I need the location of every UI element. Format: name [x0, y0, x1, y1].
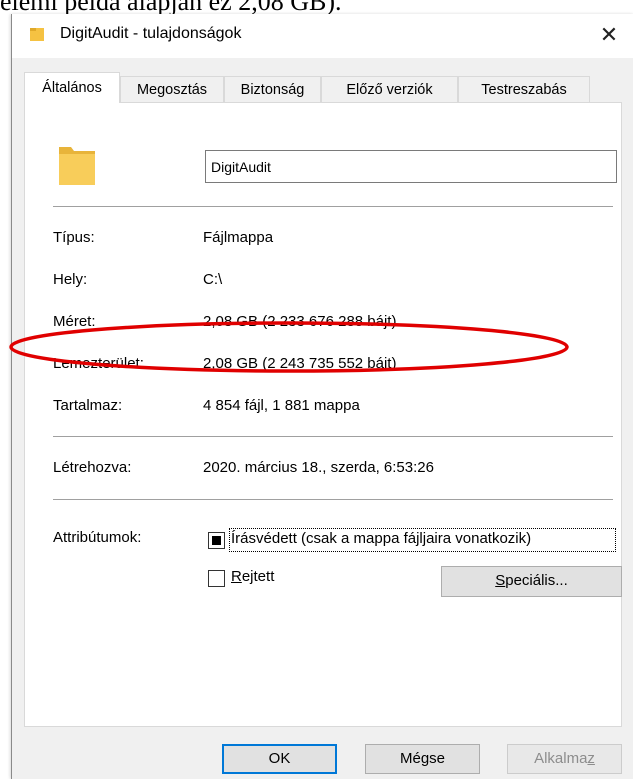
indeterminate-mark [212, 536, 221, 545]
tab-sharing[interactable]: Megosztás [120, 76, 224, 102]
apply-label: Alkalma [534, 750, 588, 767]
advanced-label-rest: peciális... [505, 572, 568, 589]
folder-name-input[interactable] [205, 150, 617, 183]
apply-button[interactable]: Alkalmaz [507, 744, 622, 774]
separator [53, 206, 613, 207]
location-value: C:\ [203, 271, 223, 288]
window-title: DigitAudit - tulajdonságok [60, 25, 242, 42]
location-label: Hely: [53, 271, 88, 288]
readonly-label[interactable]: Írásvédett (csak a mappa fájljaira vonat… [231, 530, 531, 547]
hidden-label-rest: ejtett [241, 568, 275, 585]
size-on-disk-label: Lemezterület: [53, 355, 144, 372]
created-label: Létrehozva: [53, 459, 132, 476]
ok-button[interactable]: OK [222, 744, 337, 774]
cancel-button[interactable]: Mégse [365, 744, 480, 774]
close-icon: ✕ [599, 23, 619, 48]
attributes-label: Attribútumok: [53, 529, 142, 546]
advanced-mnemonic: S [495, 572, 506, 589]
contains-label: Tartalmaz: [53, 397, 123, 414]
tab-general[interactable]: Általános [24, 72, 120, 103]
created-value: 2020. március 18., szerda, 6:53:26 [203, 459, 434, 476]
hidden-label[interactable]: Rejtett [231, 568, 274, 585]
tab-security[interactable]: Biztonság [224, 76, 321, 102]
tab-customize[interactable]: Testreszabás [458, 76, 590, 102]
hidden-mnemonic: R [231, 568, 242, 585]
title-bar[interactable]: DigitAudit - tulajdonságok ✕ [12, 14, 633, 58]
contains-value: 4 854 fájl, 1 881 mappa [203, 397, 360, 414]
apply-mnemonic: z [587, 750, 595, 767]
properties-dialog: DigitAudit - tulajdonságok ✕ Általános M… [11, 14, 633, 779]
folder-icon [59, 147, 95, 185]
close-button[interactable]: ✕ [584, 14, 633, 58]
tab-previous-versions[interactable]: Előző verziók [321, 76, 458, 102]
readonly-checkbox[interactable] [208, 532, 225, 549]
size-label: Méret: [53, 313, 96, 330]
general-panel: Típus: Fájlmappa Hely: C:\ Méret: 2,08 G… [24, 102, 622, 727]
type-label: Típus: [53, 229, 95, 246]
advanced-button[interactable]: Speciális... [441, 566, 622, 597]
type-value: Fájlmappa [203, 229, 274, 246]
hidden-checkbox[interactable] [208, 570, 225, 587]
size-on-disk-value: 2,08 GB (2 243 735 552 bájt) [203, 355, 397, 372]
size-value: 2,08 GB (2 233 676 288 bájt) [203, 313, 397, 330]
folder-icon [30, 28, 44, 41]
separator [53, 436, 613, 437]
separator [53, 499, 613, 500]
